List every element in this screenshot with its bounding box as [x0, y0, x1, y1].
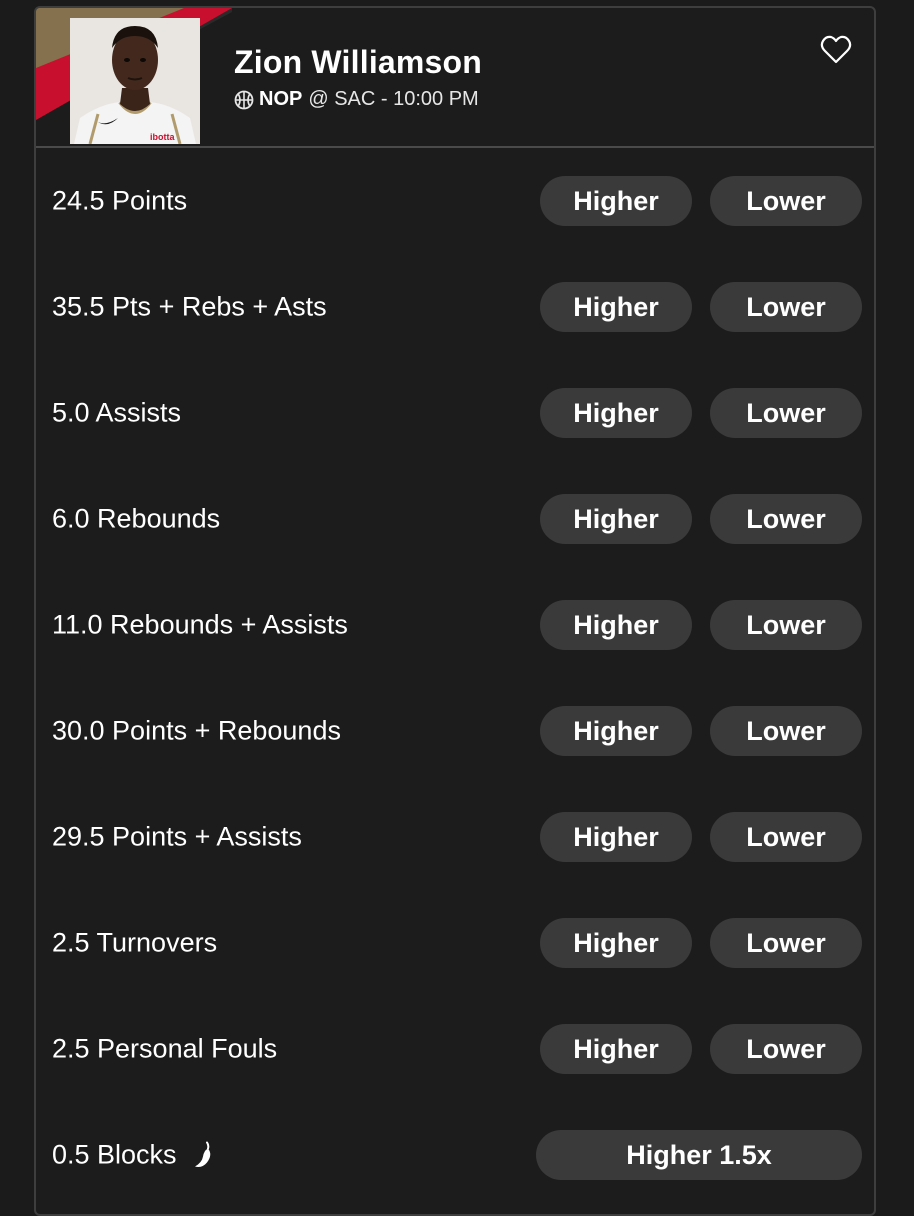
prop-row: 30.0 Points + Rebounds Higher Lower	[36, 678, 874, 784]
higher-button[interactable]: Higher	[540, 918, 692, 968]
player-name: Zion Williamson	[234, 44, 483, 80]
lower-button[interactable]: Lower	[710, 812, 862, 862]
player-avatar	[70, 18, 200, 144]
prop-row-special: 0.5 Blocks Higher 1.5x	[36, 1102, 874, 1208]
prop-row: 2.5 Personal Fouls Higher Lower	[36, 996, 874, 1102]
higher-button[interactable]: Higher	[540, 600, 692, 650]
game-info: NOP @ SAC - 10:00 PM	[234, 88, 479, 111]
prop-label: 6.0 Rebounds	[52, 503, 221, 534]
basketball-icon	[234, 90, 254, 109]
prop-label: 29.5 Points + Assists	[52, 821, 302, 852]
prop-row: 6.0 Rebounds Higher Lower	[36, 466, 874, 572]
prop-label: 35.5 Pts + Rebs + Asts	[52, 291, 327, 322]
prop-label: 0.5 Blocks	[52, 1139, 177, 1170]
prop-row: 29.5 Points + Assists Higher Lower	[36, 784, 874, 890]
prop-row: 35.5 Pts + Rebs + Asts Higher Lower	[36, 254, 874, 360]
higher-button[interactable]: Higher	[540, 706, 692, 756]
lower-button[interactable]: Lower	[710, 706, 862, 756]
lower-button[interactable]: Lower	[710, 494, 862, 544]
player-header: ibotta Zion Williamson NOP @ SAC - 10:00…	[36, 8, 874, 148]
pepper-icon	[194, 1141, 210, 1167]
lower-button[interactable]: Lower	[710, 918, 862, 968]
prop-label: 5.0 Assists	[52, 397, 182, 428]
prop-label-container: 0.5 Blocks	[52, 1140, 217, 1171]
prop-label: 2.5 Personal Fouls	[52, 1033, 278, 1064]
prop-label: 2.5 Turnovers	[52, 927, 218, 958]
favorite-heart-icon[interactable]	[820, 34, 852, 66]
lower-button[interactable]: Lower	[710, 600, 862, 650]
higher-button[interactable]: Higher	[540, 812, 692, 862]
player-card: ibotta Zion Williamson NOP @ SAC - 10:00…	[34, 6, 876, 1216]
prop-row: 11.0 Rebounds + Assists Higher Lower	[36, 572, 874, 678]
higher-button[interactable]: Higher	[540, 1024, 692, 1074]
team-abbr: NOP	[259, 88, 303, 110]
prop-label: 30.0 Points + Rebounds	[52, 715, 341, 746]
prop-row: 2.5 Turnovers Higher Lower	[36, 890, 874, 996]
matchup-time: @ SAC - 10:00 PM	[308, 88, 479, 110]
lower-button[interactable]: Lower	[710, 388, 862, 438]
lower-button[interactable]: Lower	[710, 176, 862, 226]
higher-button[interactable]: Higher	[540, 494, 692, 544]
higher-button[interactable]: Higher	[540, 282, 692, 332]
higher-boost-button[interactable]: Higher 1.5x	[536, 1130, 862, 1180]
prop-label: 24.5 Points	[52, 185, 188, 216]
prop-row: 24.5 Points Higher Lower	[36, 148, 874, 254]
higher-button[interactable]: Higher	[540, 176, 692, 226]
prop-label: 11.0 Rebounds + Assists	[52, 609, 348, 640]
jersey-sponsor-text: ibotta	[150, 132, 175, 142]
lower-button[interactable]: Lower	[710, 282, 862, 332]
prop-row: 5.0 Assists Higher Lower	[36, 360, 874, 466]
higher-button[interactable]: Higher	[540, 388, 692, 438]
lower-button[interactable]: Lower	[710, 1024, 862, 1074]
